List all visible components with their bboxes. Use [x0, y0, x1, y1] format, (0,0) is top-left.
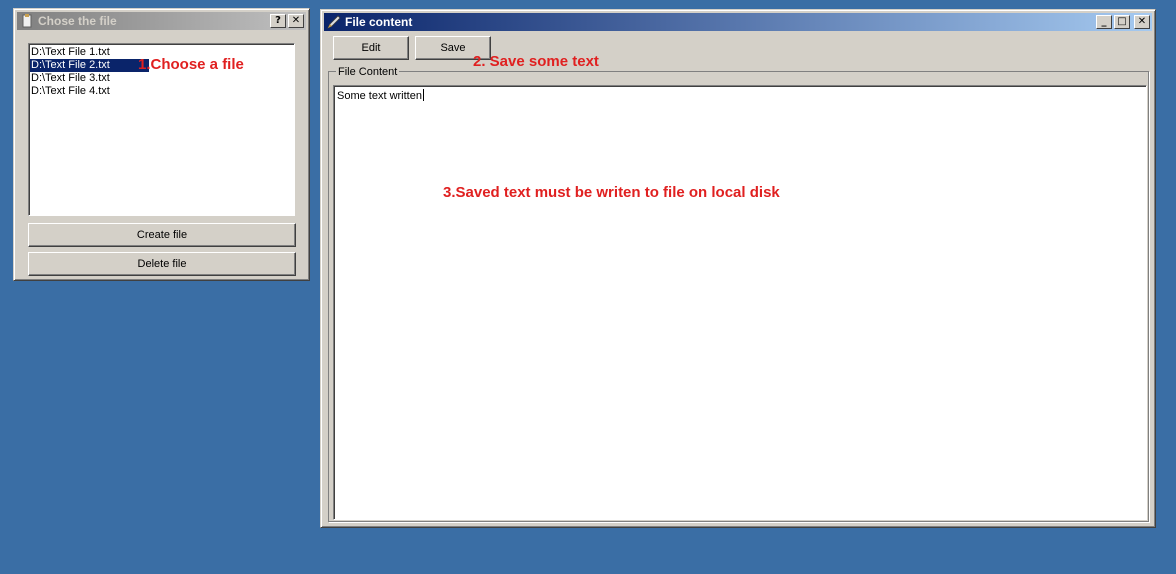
file-list-item[interactable]: D:\Text File 2.txt: [30, 59, 149, 72]
app-icon: [22, 14, 32, 28]
file-list-item[interactable]: D:\Text File 4.txt: [30, 85, 293, 98]
file-content-title: File content: [345, 15, 413, 29]
pen-icon: [327, 15, 341, 29]
edit-button[interactable]: Edit: [333, 36, 409, 60]
delete-file-button[interactable]: Delete file: [28, 252, 296, 276]
annotation-step2: 2. Save some text: [473, 53, 599, 70]
file-content-group-label: File Content: [336, 66, 400, 78]
annotation-step1: 1.Choose a file: [138, 56, 244, 73]
file-content-titlebar[interactable]: File content _ □ ✕: [324, 13, 1152, 31]
help-button[interactable]: ?: [270, 14, 286, 28]
maximize-button[interactable]: □: [1114, 15, 1130, 29]
create-file-button[interactable]: Create file: [28, 223, 296, 247]
close-button[interactable]: ✕: [1134, 15, 1150, 29]
choose-file-title: Chose the file: [38, 14, 117, 28]
file-content-textarea[interactable]: Some text written: [333, 85, 1147, 520]
close-button[interactable]: ✕: [288, 14, 304, 28]
file-content-text: Some text written: [337, 90, 422, 102]
annotation-step3: 3.Saved text must be writen to file on l…: [443, 184, 780, 201]
choose-file-window: Chose the file ? ✕ D:\Text File 1.txt D:\…: [13, 8, 310, 281]
file-content-window: File content _ □ ✕ Edit Save File Conten…: [320, 9, 1156, 528]
text-caret: [422, 89, 424, 101]
minimize-button[interactable]: _: [1096, 15, 1112, 29]
file-list-item[interactable]: D:\Text File 3.txt: [30, 72, 293, 85]
choose-file-titlebar[interactable]: Chose the file ? ✕: [17, 12, 306, 30]
